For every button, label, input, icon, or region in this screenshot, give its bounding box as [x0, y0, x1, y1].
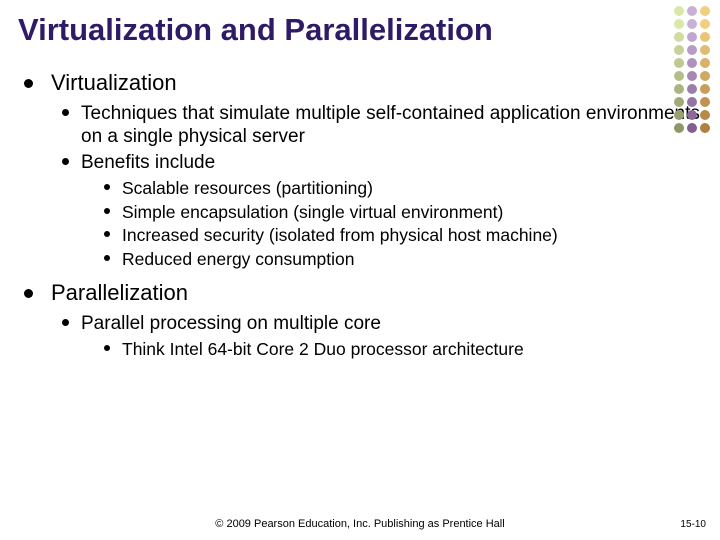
list-item: Reduced energy consumption — [104, 248, 702, 271]
text: Benefits include — [81, 151, 215, 175]
text: Virtualization — [51, 70, 177, 96]
text: Simple encapsulation (single virtual env… — [122, 201, 503, 224]
text: Techniques that simulate multiple self-c… — [81, 102, 702, 150]
slide-content: Virtualization and Parallelization Virtu… — [0, 0, 720, 360]
list-item: Simple encapsulation (single virtual env… — [104, 201, 702, 224]
list-item: Scalable resources (partitioning) — [104, 177, 702, 200]
text: Increased security (isolated from physic… — [122, 224, 558, 247]
list-item: Increased security (isolated from physic… — [104, 224, 702, 247]
section-heading: Parallelization — [24, 280, 702, 306]
list-item: Benefits include — [62, 151, 702, 175]
list-item: Think Intel 64-bit Core 2 Duo processor … — [104, 338, 702, 361]
list-item: Techniques that simulate multiple self-c… — [62, 102, 702, 150]
text: Reduced energy consumption — [122, 248, 355, 271]
slide-title: Virtualization and Parallelization — [18, 12, 702, 48]
text: Think Intel 64-bit Core 2 Duo processor … — [122, 338, 524, 361]
text: Scalable resources (partitioning) — [122, 177, 373, 200]
text: Parallelization — [51, 280, 188, 306]
corner-decoration — [674, 6, 710, 133]
page-number: 15-10 — [680, 519, 706, 530]
list-item: Parallel processing on multiple core — [62, 312, 702, 336]
copyright-footer: © 2009 Pearson Education, Inc. Publishin… — [0, 518, 720, 530]
text: Parallel processing on multiple core — [81, 312, 381, 336]
section-heading: Virtualization — [24, 70, 702, 96]
